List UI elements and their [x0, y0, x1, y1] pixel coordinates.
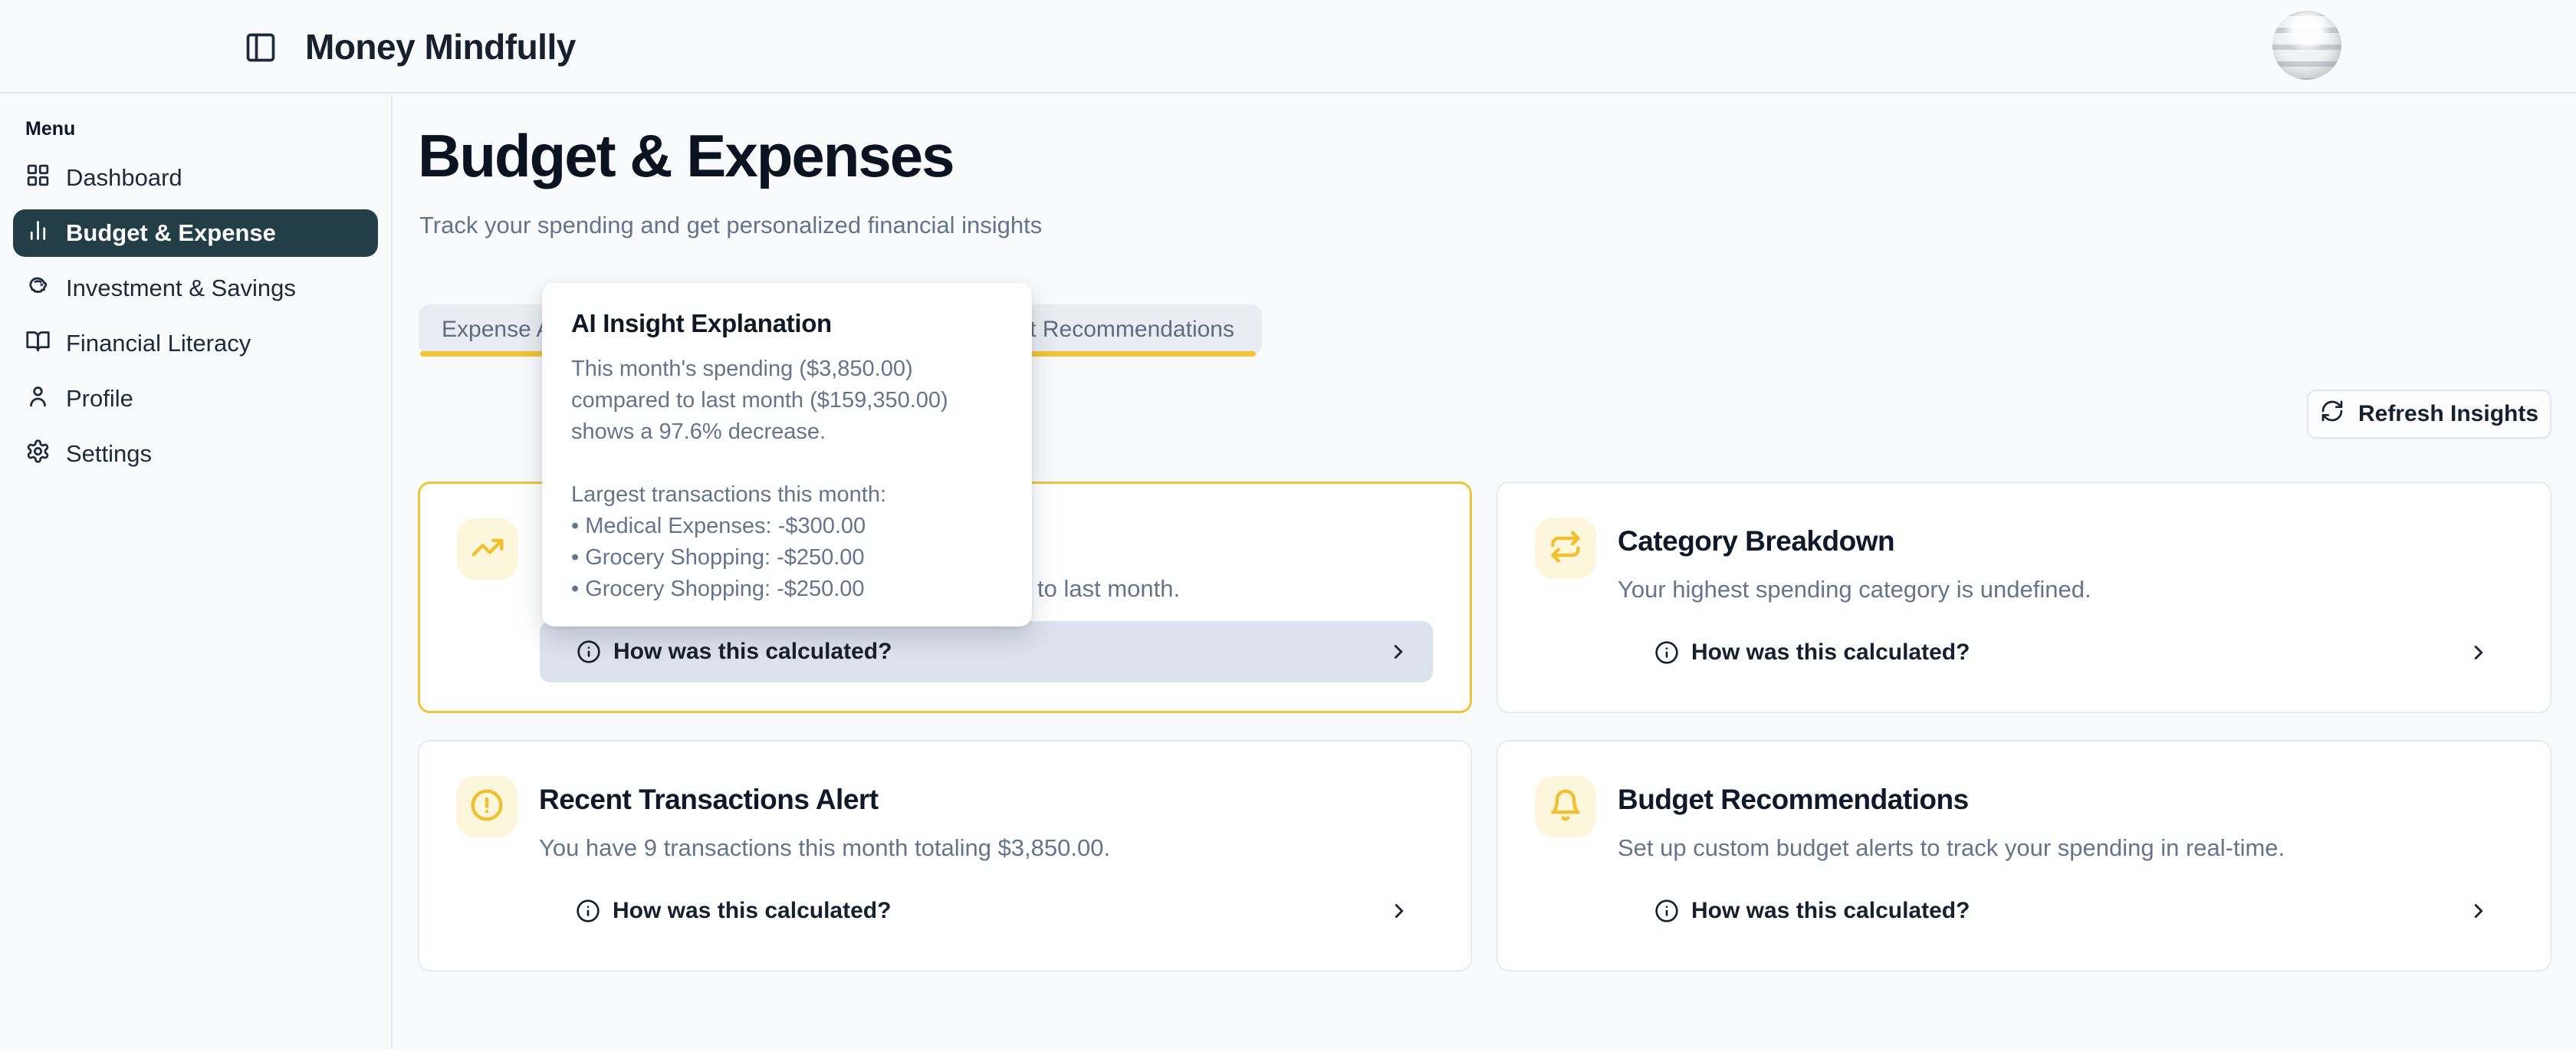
sidebar-nav: Dashboard Budget & Expense [0, 150, 391, 482]
card-description: You have 9 transactions this month total… [539, 834, 1434, 862]
recent-transactions-card: Recent Transactions Alert You have 9 tra… [418, 740, 1472, 972]
tooltip-body: This month's spending ($3,850.00) compar… [571, 354, 1003, 449]
how-calculated-link[interactable]: How was this calculated? [1618, 880, 2513, 942]
card-icon-box [1535, 518, 1596, 579]
budget-recommendations-card: Budget Recommendations Set up custom bud… [1497, 740, 2551, 972]
tooltip-bullet: • Grocery Shopping: -$250.00 [571, 542, 1003, 574]
sidebar-item-label: Dashboard [66, 164, 182, 192]
user-icon [25, 383, 51, 415]
card-icon-box [456, 776, 518, 837]
card-body: Category Breakdown Your highest spending… [1618, 518, 2513, 677]
trending-up-icon [471, 531, 504, 568]
alert-circle-icon [470, 788, 504, 826]
chevron-right-icon [1387, 640, 1410, 663]
info-icon [576, 899, 600, 923]
info-icon [1654, 899, 1679, 923]
info-icon [1654, 640, 1679, 665]
tooltip-bullet: • Grocery Shopping: -$250.00 [571, 574, 1003, 605]
panel-left-icon [244, 55, 278, 67]
open-book-icon [25, 328, 51, 360]
category-breakdown-card: Category Breakdown Your highest spending… [1497, 482, 2551, 713]
piggy-bank-icon [25, 273, 51, 304]
sidebar-item-budget-expense[interactable]: Budget & Expense [13, 209, 378, 257]
how-calculated-link[interactable]: How was this calculated? [540, 621, 1433, 682]
sidebar-item-dashboard[interactable]: Dashboard [0, 150, 391, 206]
bell-icon [1549, 788, 1582, 826]
card-body: Budget Recommendations Set up custom bud… [1618, 776, 2513, 936]
tooltip-title: AI Insight Explanation [571, 309, 1003, 338]
refresh-icon [2320, 399, 2344, 429]
dashboard-grid-icon [25, 163, 51, 194]
info-icon [577, 640, 601, 664]
how-calculated-label: How was this calculated? [1691, 898, 1970, 924]
card-body: Recent Transactions Alert You have 9 tra… [539, 776, 1434, 936]
ai-insight-tooltip: AI Insight Explanation This month's spen… [542, 283, 1032, 626]
page-title: Budget & Expenses [418, 121, 954, 191]
sidebar-item-label: Investment & Savings [66, 275, 296, 302]
sidebar-item-profile[interactable]: Profile [0, 371, 391, 426]
main-content: Budget & Expenses Track your spending an… [393, 95, 2576, 1049]
card-title: Category Breakdown [1618, 525, 2513, 557]
card-title: Recent Transactions Alert [539, 784, 1434, 816]
sidebar-item-label: Settings [66, 440, 152, 468]
chevron-right-icon [2467, 641, 2490, 664]
repeat-icon [1549, 530, 1582, 567]
how-calculated-label: How was this calculated? [613, 898, 891, 924]
sidebar-item-label: Profile [66, 385, 133, 413]
card-title: Budget Recommendations [1618, 784, 2513, 816]
chevron-right-icon [1388, 899, 1411, 922]
bar-chart-icon [25, 218, 51, 249]
card-icon-box [457, 518, 518, 580]
sidebar-item-financial-literacy[interactable]: Financial Literacy [0, 316, 391, 371]
how-calculated-label: How was this calculated? [613, 639, 892, 665]
page-subtitle: Track your spending and get personalized… [419, 212, 1042, 239]
tooltip-spacer [571, 449, 1003, 479]
user-avatar[interactable] [2272, 11, 2341, 80]
sidebar-item-label: Financial Literacy [66, 330, 251, 357]
sidebar-section-label: Menu [25, 118, 75, 140]
how-calculated-link[interactable]: How was this calculated? [539, 880, 1434, 942]
app-title: Money Mindfully [305, 26, 576, 67]
sidebar-item-settings[interactable]: Settings [0, 426, 391, 482]
card-description: Your highest spending category is undefi… [1618, 576, 2513, 603]
tooltip-bullet: • Medical Expenses: -$300.00 [571, 511, 1003, 542]
chevron-right-icon [2467, 899, 2490, 922]
app-header: Money Mindfully [0, 0, 2576, 94]
gear-icon [25, 439, 51, 470]
card-description: Set up custom budget alerts to track you… [1618, 834, 2513, 862]
card-icon-box [1535, 776, 1596, 837]
sidebar: Menu Dashboard Budget & Expense [0, 95, 393, 1049]
how-calculated-link[interactable]: How was this calculated? [1618, 622, 2513, 683]
refresh-insights-label: Refresh Insights [2358, 401, 2538, 427]
sidebar-item-label: Budget & Expense [66, 219, 276, 247]
tooltip-list-intro: Largest transactions this month: [571, 479, 1003, 511]
sidebar-item-investment-savings[interactable]: Investment & Savings [0, 261, 391, 316]
sidebar-toggle-button[interactable] [244, 31, 278, 64]
refresh-insights-button[interactable]: Refresh Insights [2307, 390, 2551, 439]
how-calculated-label: How was this calculated? [1691, 640, 1970, 666]
app-root: Money Mindfully Menu Dashboard [0, 0, 2576, 1049]
